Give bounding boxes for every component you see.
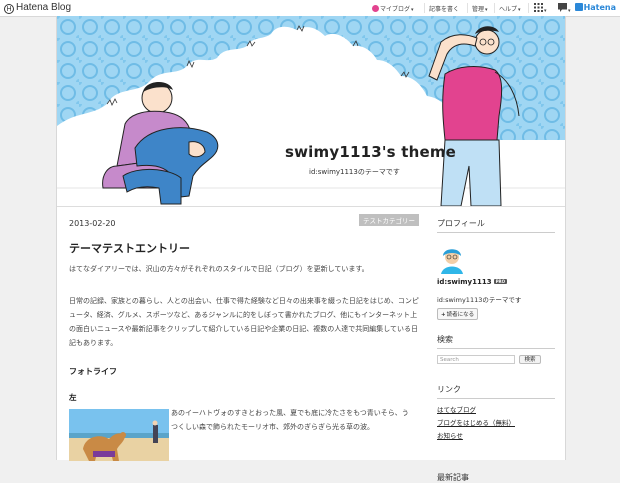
- manage-menu[interactable]: 管理▾: [472, 4, 488, 13]
- header-illustration: [57, 16, 565, 206]
- entry-title[interactable]: テーマテストエントリー: [69, 240, 190, 256]
- photo-dog[interactable]: [69, 409, 169, 461]
- divider: [494, 3, 495, 13]
- section-heading: フォトライフ: [69, 367, 117, 376]
- user-avatar-icon: [372, 5, 379, 12]
- entry-paragraph: はてなダイアリーでは、沢山の方々がそれぞれのスタイルで日記（ブログ）を更新してい…: [69, 265, 369, 273]
- my-blog-menu[interactable]: マイブログ▾: [372, 4, 414, 13]
- chevron-down-icon: ▾: [485, 7, 488, 13]
- search-heading: 検索: [437, 334, 555, 349]
- photo-caption: あのイーハトヴォのすきとおった風、夏でも底に冷たさをもつ青いそら、うつくしい森で…: [171, 409, 409, 431]
- app-grid-icon[interactable]: ▾: [534, 3, 547, 14]
- blog-page: swimy1113's theme id:swimy1113のテーマです 201…: [56, 16, 566, 482]
- blog-title[interactable]: swimy1113's theme: [285, 143, 456, 161]
- link-news[interactable]: お知らせ: [437, 430, 463, 440]
- dog-photo-image: [69, 409, 169, 461]
- global-header: H Hatena Blog マイブログ▾ 記事を書く 管理▾ ヘルプ▾ ▾ ▾ H…: [0, 0, 620, 17]
- links-heading: リンク: [437, 384, 555, 399]
- notification-icon[interactable]: ▾: [558, 3, 571, 14]
- blog-header: swimy1113's theme id:swimy1113のテーマです: [57, 16, 565, 207]
- search-button[interactable]: 検索: [519, 355, 541, 364]
- hatena-blog-logo[interactable]: H Hatena Blog: [4, 2, 71, 14]
- link-start-blog[interactable]: ブログをはじめる（無料）: [437, 417, 515, 427]
- entry-paragraph: 日常の記録、家族との暮らし、人との出会い、仕事で得た経験など日々の出来事を綴った…: [69, 297, 419, 347]
- divider: [424, 3, 425, 13]
- chevron-down-icon: ▾: [518, 7, 521, 13]
- hatena-logo-icon: H: [4, 4, 14, 14]
- sub-heading: 左: [69, 393, 77, 402]
- profile-heading: プロフィール: [437, 218, 555, 233]
- recent-posts-heading: 最新記事: [437, 473, 469, 482]
- search-input[interactable]: Search: [437, 355, 515, 364]
- hatena-icon: [574, 3, 583, 11]
- divider: [528, 3, 529, 13]
- help-menu[interactable]: ヘルプ▾: [499, 4, 521, 13]
- hatena-link[interactable]: Hatena: [574, 3, 616, 12]
- category-badge[interactable]: テストカテゴリー: [359, 214, 419, 226]
- pro-badge: PRO: [493, 279, 508, 284]
- avatar-image: [437, 244, 467, 274]
- profile-name[interactable]: id:swimy1113 PRO: [437, 278, 508, 286]
- profile-description: id:swimy1113のテーマです: [437, 296, 522, 304]
- entry-date[interactable]: 2013-02-20: [69, 219, 116, 228]
- divider: [467, 3, 468, 13]
- plus-icon: +: [441, 312, 446, 318]
- chevron-down-icon: ▾: [411, 7, 414, 13]
- blog-description: id:swimy1113のテーマです: [309, 168, 400, 176]
- profile-avatar[interactable]: [437, 244, 467, 274]
- subscribe-button[interactable]: +読者になる: [437, 308, 479, 320]
- write-post-link[interactable]: 記事を書く: [429, 4, 459, 13]
- link-hatena-blog[interactable]: はてなブログ: [437, 404, 476, 414]
